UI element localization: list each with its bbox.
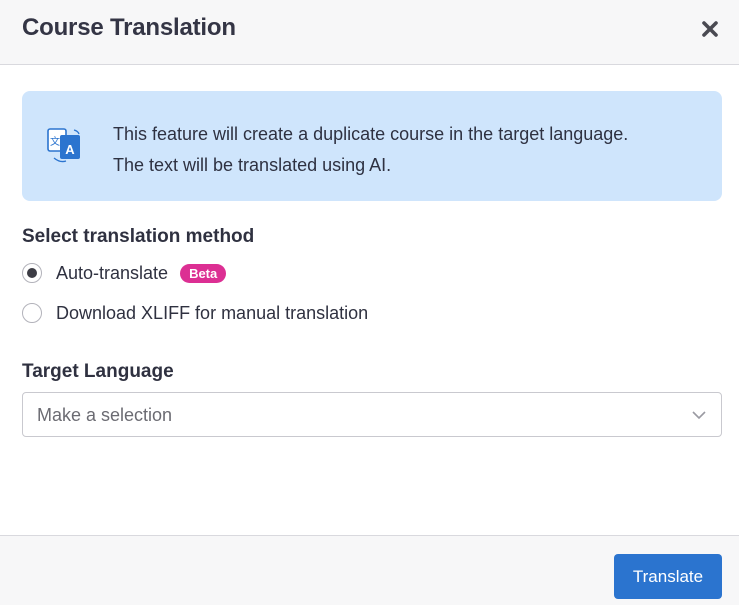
translate-icon: A 文: [47, 128, 80, 163]
radio-button-selected[interactable]: [22, 263, 42, 283]
radio-label-auto-translate: Auto-translate: [56, 262, 169, 283]
close-icon: [702, 21, 718, 37]
radio-button[interactable]: [22, 303, 42, 323]
beta-badge: Beta: [180, 263, 227, 283]
dialog-footer: Translate: [0, 535, 739, 605]
svg-text:A: A: [65, 142, 75, 157]
target-language-select[interactable]: Make a selection: [22, 392, 722, 437]
course-translation-dialog: Course Translation A 文 This feature will…: [0, 0, 739, 605]
close-button[interactable]: [697, 16, 723, 42]
dialog-title: Course Translation: [22, 14, 236, 41]
select-placeholder: Make a selection: [37, 405, 173, 425]
info-line-1: This feature will create a duplicate cou…: [113, 124, 629, 144]
radio-download-xliff[interactable]: Download XLIFF for manual translation: [22, 301, 368, 325]
translate-button[interactable]: Translate: [614, 554, 722, 599]
target-language-label: Target Language: [22, 361, 174, 382]
svg-text:文: 文: [50, 135, 60, 148]
radio-label-download-xliff: Download XLIFF for manual translation: [56, 302, 369, 323]
radio-dot: [27, 268, 37, 278]
info-text: This feature will create a duplicate cou…: [113, 119, 628, 181]
info-line-2: The text will be translated using AI.: [113, 155, 392, 175]
dialog-header: Course Translation: [0, 0, 739, 65]
translation-method-label: Select translation method: [22, 226, 255, 247]
info-banner: A 文 This feature will create a duplicate…: [22, 91, 722, 201]
radio-auto-translate[interactable]: Auto-translate Beta: [22, 261, 227, 285]
chevron-down-icon: [692, 411, 706, 420]
